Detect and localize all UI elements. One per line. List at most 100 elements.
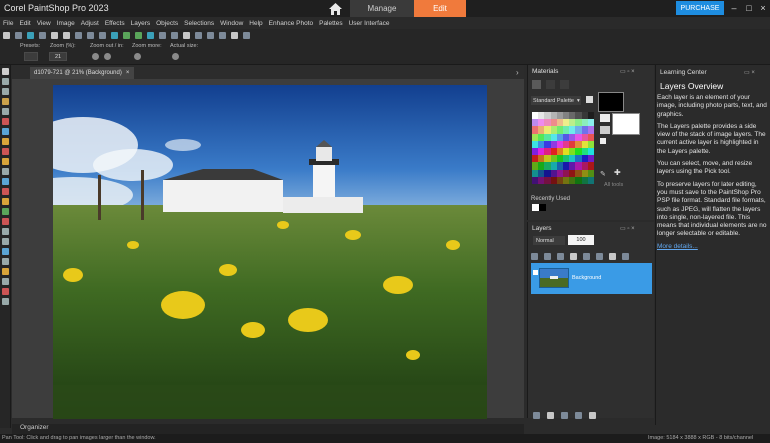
pen-tool-icon[interactable] bbox=[2, 248, 9, 255]
pan-tool-icon[interactable] bbox=[2, 68, 9, 75]
layer-group-icon[interactable] bbox=[544, 253, 551, 260]
learning-center-icon[interactable] bbox=[231, 31, 238, 39]
all-tools-checkbox[interactable]: All tools bbox=[604, 182, 623, 188]
menu-edit[interactable]: Edit bbox=[19, 20, 30, 27]
background-color-swatch[interactable] bbox=[612, 113, 640, 135]
tab-edit[interactable]: Edit bbox=[414, 0, 466, 17]
presets-dropdown[interactable] bbox=[24, 52, 38, 61]
color-swatch[interactable] bbox=[587, 155, 594, 163]
maximize-icon[interactable]: □ bbox=[743, 2, 755, 14]
swap-colors-icon[interactable] bbox=[600, 114, 610, 122]
minimize-icon[interactable]: – bbox=[728, 2, 740, 14]
new-raster-layer-icon[interactable] bbox=[533, 411, 540, 419]
pick-tool-icon[interactable] bbox=[2, 78, 9, 85]
layer-properties-icon[interactable] bbox=[609, 253, 616, 260]
preset-shape-tool-icon[interactable] bbox=[2, 238, 9, 245]
color-swatch[interactable] bbox=[587, 147, 594, 156]
recent-swatches[interactable] bbox=[532, 204, 546, 211]
crop-icon[interactable] bbox=[111, 31, 118, 39]
copy-icon[interactable] bbox=[51, 31, 58, 39]
eyedropper-icon[interactable]: ✎ bbox=[600, 170, 606, 178]
zoom-field[interactable]: 21 bbox=[49, 52, 67, 61]
color-swatch[interactable] bbox=[587, 140, 594, 148]
print-icon[interactable] bbox=[39, 31, 46, 39]
zoom-in-icon[interactable] bbox=[104, 53, 111, 60]
menu-layers[interactable]: Layers bbox=[131, 20, 151, 27]
palette-dropdown[interactable]: Standard Palette ▾ bbox=[531, 96, 581, 105]
menu-window[interactable]: Window bbox=[220, 20, 243, 27]
makeover-tool-icon[interactable] bbox=[2, 138, 9, 145]
menu-help[interactable]: Help bbox=[249, 20, 262, 27]
paste-icon[interactable] bbox=[63, 31, 70, 39]
depth-of-field-tool-icon[interactable] bbox=[2, 288, 9, 295]
foreground-color-swatch[interactable] bbox=[598, 92, 624, 112]
airbrush-tool-icon[interactable] bbox=[2, 168, 9, 175]
color-swatch-grid[interactable] bbox=[532, 112, 594, 184]
mesh-warp-tool-icon[interactable] bbox=[2, 278, 9, 285]
merge-icon[interactable] bbox=[596, 253, 603, 260]
image-canvas[interactable] bbox=[53, 85, 487, 419]
actual-size-icon[interactable] bbox=[172, 53, 179, 60]
rotate-left-icon[interactable] bbox=[123, 31, 130, 39]
document-tab[interactable]: d1079-721 @ 21% (Background) × bbox=[30, 67, 134, 79]
panel-menu-icon[interactable]: ▭ ▫ × bbox=[620, 68, 635, 75]
smart-carver-tool-icon[interactable] bbox=[2, 268, 9, 275]
more-details-link[interactable]: More details... bbox=[657, 243, 698, 250]
resize-icon[interactable] bbox=[159, 31, 166, 39]
opacity-field[interactable]: 100 bbox=[568, 235, 594, 245]
save-icon[interactable] bbox=[27, 31, 34, 39]
close-document-icon[interactable]: × bbox=[126, 70, 130, 76]
brush-variance-icon[interactable] bbox=[219, 31, 226, 39]
new-layer-icon[interactable] bbox=[531, 253, 538, 260]
open-file-icon[interactable] bbox=[15, 31, 22, 39]
crop-tool-icon[interactable] bbox=[2, 108, 9, 115]
color-swatch[interactable] bbox=[587, 169, 594, 177]
menu-user-interface[interactable]: User Interface bbox=[349, 20, 390, 27]
close-icon[interactable]: × bbox=[757, 2, 769, 14]
tab-manage[interactable]: Manage bbox=[350, 0, 414, 17]
color-swatch[interactable] bbox=[587, 162, 594, 170]
blend-mode-dropdown[interactable]: Normal bbox=[533, 236, 565, 245]
transparent-swatch-icon[interactable] bbox=[600, 138, 606, 144]
menu-objects[interactable]: Objects bbox=[156, 20, 178, 27]
home-button[interactable] bbox=[322, 0, 348, 17]
menu-view[interactable]: View bbox=[37, 20, 51, 27]
chevron-right-icon[interactable]: › bbox=[516, 68, 519, 77]
clone-tool-icon[interactable] bbox=[2, 148, 9, 155]
zoom-out-icon[interactable] bbox=[92, 53, 99, 60]
overview-palette-icon[interactable] bbox=[207, 31, 214, 39]
reset-colors-icon[interactable] bbox=[600, 126, 610, 134]
one-step-fix-icon[interactable] bbox=[147, 31, 154, 39]
cut-icon[interactable] bbox=[75, 31, 82, 39]
group-layers-icon[interactable] bbox=[561, 411, 568, 419]
layer-menu-icon[interactable] bbox=[589, 411, 596, 419]
menu-image[interactable]: Image bbox=[57, 20, 75, 27]
layers-palette-icon[interactable] bbox=[183, 31, 190, 39]
menu-selections[interactable]: Selections bbox=[184, 20, 214, 27]
warp-brush-tool-icon[interactable] bbox=[2, 258, 9, 265]
lighten-darken-tool-icon[interactable] bbox=[2, 178, 9, 185]
histogram-icon[interactable] bbox=[171, 31, 178, 39]
undo-icon[interactable] bbox=[87, 31, 94, 39]
rotate-right-icon[interactable] bbox=[135, 31, 142, 39]
toolbar-more-icon[interactable] bbox=[243, 31, 250, 39]
picture-tube-tool-icon[interactable] bbox=[2, 208, 9, 215]
paint-brush-tool-icon[interactable] bbox=[2, 158, 9, 165]
color-swatch[interactable] bbox=[587, 126, 594, 134]
layers-panel-menu-icon[interactable]: ▭ ▫ × bbox=[620, 225, 635, 232]
color-swatch[interactable] bbox=[587, 112, 594, 120]
rainbow-tab-icon[interactable] bbox=[532, 80, 541, 89]
swatches-tab-icon[interactable] bbox=[560, 80, 569, 89]
delete-layer-icon[interactable] bbox=[575, 411, 582, 419]
flood-fill-tool-icon[interactable] bbox=[2, 198, 9, 205]
redo-icon[interactable] bbox=[99, 31, 106, 39]
color-swatch[interactable] bbox=[587, 119, 594, 127]
learning-center-menu-icon[interactable]: ▭ × bbox=[744, 69, 755, 76]
menu-adjust[interactable]: Adjust bbox=[81, 20, 99, 27]
frame-tab-icon[interactable] bbox=[546, 80, 555, 89]
eye-icon[interactable] bbox=[533, 270, 538, 275]
swatch-small-icon[interactable] bbox=[586, 96, 593, 103]
red-eye-tool-icon[interactable] bbox=[2, 128, 9, 135]
layer-mask-icon[interactable] bbox=[557, 253, 564, 260]
eraser-tool-icon[interactable] bbox=[2, 188, 9, 195]
